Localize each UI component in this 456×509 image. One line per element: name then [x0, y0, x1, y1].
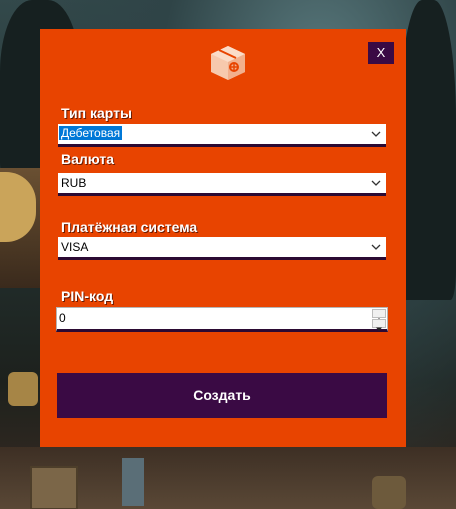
card-type-select[interactable]: Дебетовая [58, 124, 386, 147]
pin-value: 0 [59, 311, 66, 325]
caret-down-icon [376, 327, 382, 331]
pin-label: PIN-код [61, 288, 114, 304]
background-sign-small [8, 372, 38, 406]
chevron-down-icon [371, 244, 381, 250]
pin-stepper[interactable]: 0 [56, 307, 388, 332]
crate [30, 466, 78, 509]
payment-system-select[interactable]: VISA [58, 237, 386, 260]
close-button[interactable]: X [368, 42, 394, 64]
currency-value: RUB [61, 176, 87, 190]
package-box-icon [211, 46, 245, 80]
currency-select[interactable]: RUB [58, 173, 386, 196]
stepper-up-button[interactable] [372, 309, 386, 322]
create-button[interactable]: Создать [57, 373, 387, 418]
card-type-value: Дебетовая [59, 126, 123, 140]
chevron-down-icon [371, 131, 381, 137]
pin-stepper-arrows [372, 309, 386, 331]
blue-door [122, 458, 144, 506]
currency-label: Валюта [61, 151, 115, 167]
barrel [372, 476, 406, 509]
chevron-down-icon [371, 180, 381, 186]
stepper-down-button[interactable] [372, 319, 386, 331]
payment-system-label: Платёжная система [61, 219, 198, 235]
card-type-label: Тип карты [61, 105, 132, 121]
create-card-dialog: X Тип карты Дебетовая Валюта RUB Платёжн… [40, 29, 406, 447]
payment-system-value: VISA [61, 240, 89, 254]
